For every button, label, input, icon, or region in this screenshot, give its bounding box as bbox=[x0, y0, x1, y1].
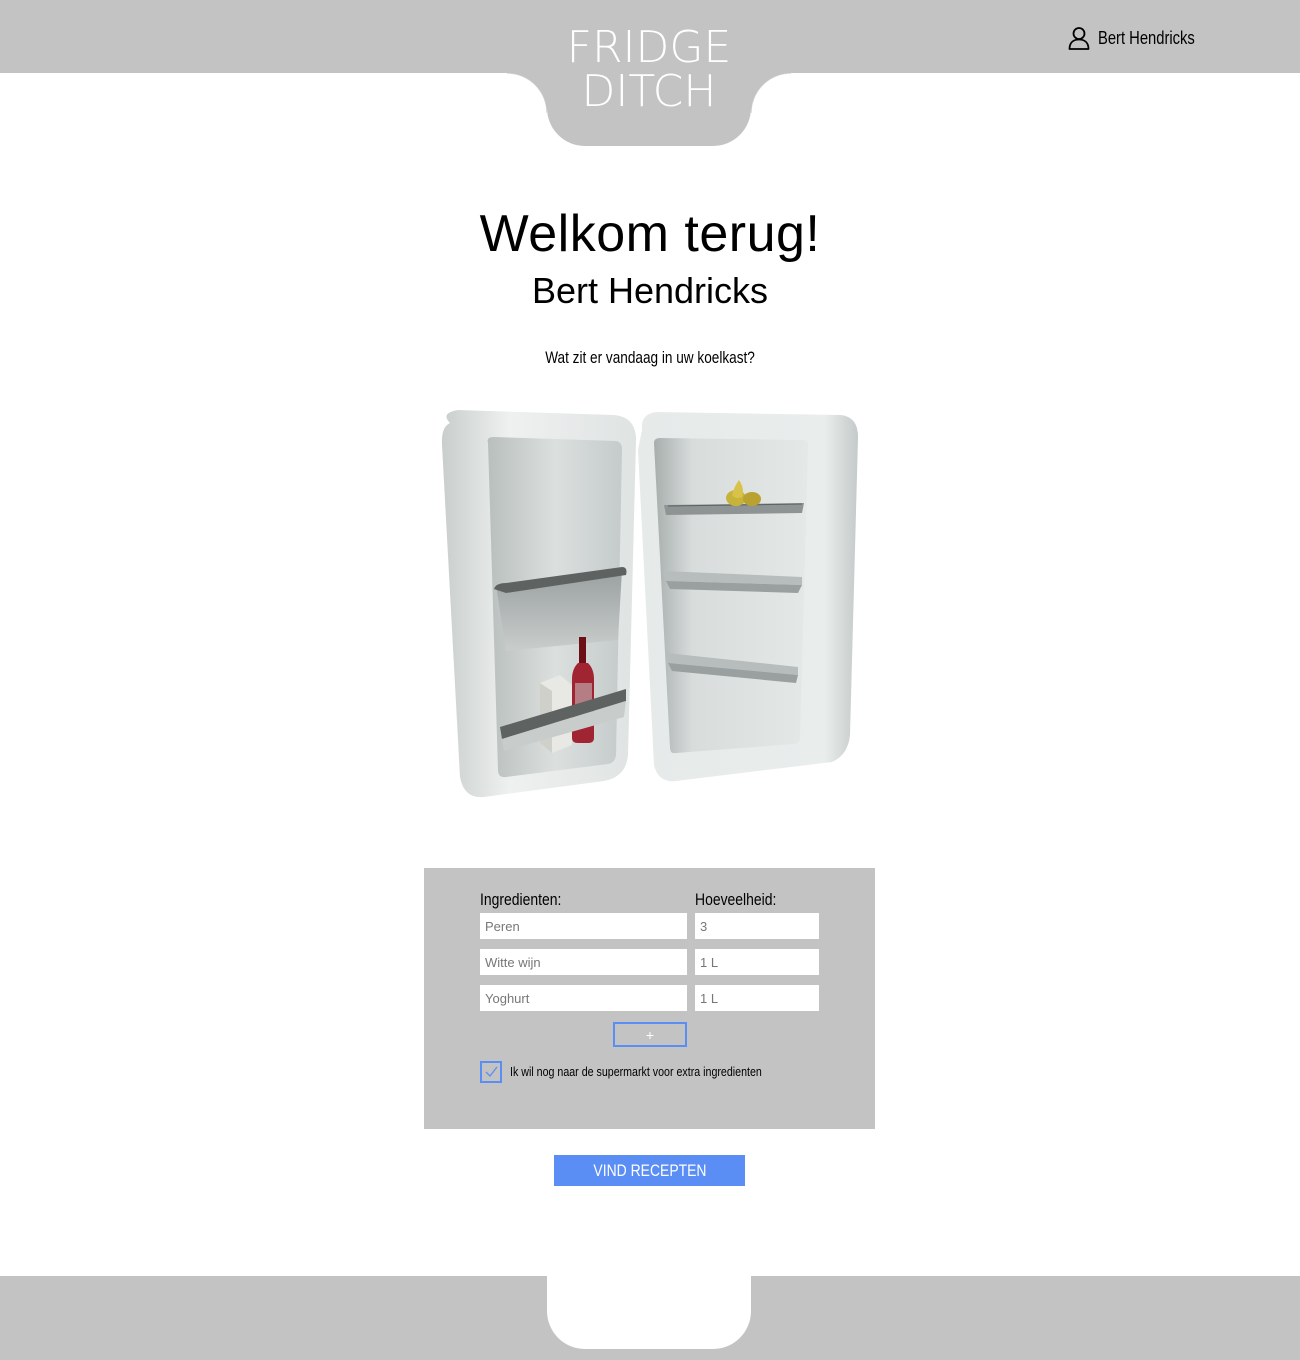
quantity-input-1[interactable] bbox=[695, 913, 819, 939]
quantity-input-2[interactable] bbox=[695, 949, 819, 975]
ingredients-label: Ingredienten: bbox=[480, 890, 579, 910]
logo-line-1: FRIDGE bbox=[566, 22, 732, 73]
ingredient-input-2[interactable] bbox=[480, 949, 687, 975]
welcome-user-name: Bert Hendricks bbox=[531, 270, 769, 311]
supermarket-checkbox-label: Ik wil nog naar de supermarkt voor extra… bbox=[510, 1064, 817, 1079]
ingredients-label-text: Ingredienten: bbox=[480, 890, 562, 909]
footer-notch bbox=[547, 1276, 751, 1349]
ingredient-input-1[interactable] bbox=[480, 913, 687, 939]
welcome-title: Welkom terug! bbox=[479, 205, 821, 263]
user-menu[interactable]: Bert Hendricks bbox=[1068, 24, 1216, 52]
quantity-input-3[interactable] bbox=[695, 985, 819, 1011]
user-icon bbox=[1068, 27, 1090, 50]
supermarket-checkbox[interactable] bbox=[480, 1061, 502, 1083]
fridge-question: Wat zit er vandaag in uw koelkast? bbox=[0, 348, 1300, 368]
user-name: Bert Hendricks bbox=[1098, 27, 1195, 48]
supermarket-checkbox-text: Ik wil nog naar de supermarkt voor extra… bbox=[510, 1064, 762, 1079]
find-recipes-label: VIND RECEPTEN bbox=[592, 1160, 707, 1180]
checkmark-icon bbox=[485, 1066, 498, 1077]
quantity-label: Hoeveelheid: bbox=[695, 890, 794, 910]
ingredients-form: Ingredienten: Hoeveelheid: + Ik wil nog … bbox=[424, 868, 875, 1129]
ingredient-input-3[interactable] bbox=[480, 985, 687, 1011]
header-curve-right bbox=[751, 73, 791, 113]
quantity-label-text: Hoeveelheid: bbox=[695, 890, 777, 909]
header-curve-left bbox=[507, 73, 547, 113]
logo[interactable]: FRIDGE DITCH bbox=[547, 26, 751, 114]
find-recipes-button[interactable]: VIND RECEPTEN bbox=[554, 1155, 745, 1186]
open-fridge-illustration bbox=[441, 410, 858, 798]
logo-line-2: DITCH bbox=[581, 66, 717, 117]
add-ingredient-button[interactable]: + bbox=[613, 1022, 687, 1047]
fridge-question-text: Wat zit er vandaag in uw koelkast? bbox=[545, 348, 755, 367]
